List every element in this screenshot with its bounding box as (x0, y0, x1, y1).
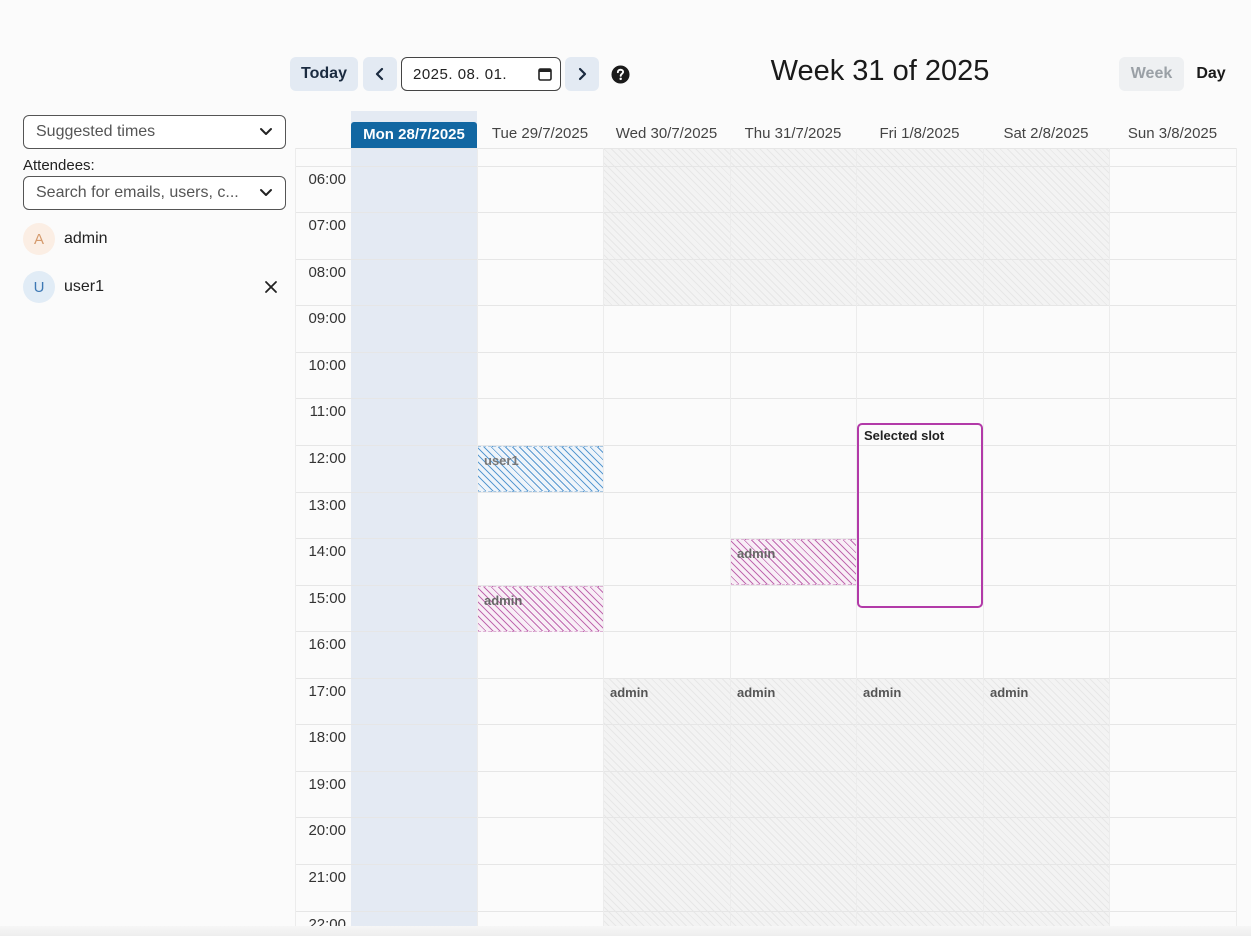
attendee-name: admin (64, 230, 108, 247)
day-header-sat[interactable]: Sat 2/8/2025 (983, 125, 1109, 145)
day-header-thu[interactable]: Thu 31/7/2025 (730, 125, 856, 145)
column-divider (1109, 148, 1110, 936)
event-user1-busy[interactable]: user1 (478, 446, 603, 492)
hour-line (295, 678, 1237, 679)
chevron-left-icon (375, 67, 384, 81)
header-divider (295, 148, 1237, 149)
time-label: 19:00 (308, 776, 346, 793)
highlighted-day-column (351, 111, 477, 936)
hour-line (295, 445, 1237, 446)
bottom-edge (0, 926, 1251, 936)
time-label: 15:00 (308, 590, 346, 607)
date-input[interactable]: 2025. 08. 01. (401, 57, 561, 91)
day-header-mon[interactable]: Mon 28/7/2025 (351, 122, 477, 148)
time-label: 09:00 (308, 310, 346, 327)
hour-line (295, 305, 1237, 306)
day-header-tue[interactable]: Tue 29/7/2025 (477, 125, 603, 145)
week-calendar-grid: Mon 28/7/2025 Tue 29/7/2025 Wed 30/7/202… (295, 111, 1237, 936)
time-label: 06:00 (308, 171, 346, 188)
suggested-times-select[interactable]: Suggested times (23, 115, 286, 149)
attendee-name: user1 (64, 278, 105, 295)
hour-line (295, 817, 1237, 818)
avatar: U (23, 271, 55, 303)
hour-line (295, 259, 1237, 260)
day-header-fri[interactable]: Fri 1/8/2025 (856, 125, 983, 145)
previous-week-button[interactable] (363, 57, 397, 91)
hour-line (295, 724, 1237, 725)
time-label: 08:00 (308, 264, 346, 281)
event-admin-busy[interactable]: admin (737, 685, 775, 700)
event-admin-busy[interactable]: admin (990, 685, 1028, 700)
calendar-icon[interactable] (538, 67, 552, 81)
attendee-search-input[interactable]: Search for emails, users, c... (23, 176, 286, 210)
date-value: 2025. 08. 01. (413, 65, 508, 83)
time-label: 18:00 (308, 729, 346, 746)
column-divider (477, 148, 478, 936)
day-header-wed[interactable]: Wed 30/7/2025 (603, 125, 730, 145)
hour-line (295, 166, 1237, 167)
hour-line (295, 492, 1237, 493)
chevron-right-icon (578, 67, 587, 81)
event-admin-busy[interactable]: admin (731, 539, 856, 585)
column-divider (603, 148, 604, 936)
time-label: 16:00 (308, 636, 346, 653)
time-label: 12:00 (308, 450, 346, 467)
time-label: 07:00 (308, 217, 346, 234)
week-title: Week 31 of 2025 (770, 55, 990, 87)
close-icon[interactable] (264, 280, 278, 294)
hour-line (295, 352, 1237, 353)
chevron-down-icon (260, 189, 272, 196)
hour-line (295, 398, 1237, 399)
help-icon[interactable] (611, 65, 630, 84)
hour-line (295, 631, 1237, 632)
avatar: A (23, 223, 55, 255)
hour-line (295, 585, 1237, 586)
time-label: 17:00 (308, 683, 346, 700)
event-admin-busy[interactable]: admin (863, 685, 901, 700)
day-view-toggle[interactable]: Day (1186, 57, 1236, 91)
column-divider (1236, 148, 1237, 936)
selected-slot[interactable]: Selected slot (857, 423, 983, 608)
next-week-button[interactable] (565, 57, 599, 91)
day-header-sun[interactable]: Sun 3/8/2025 (1109, 125, 1236, 145)
time-label: 21:00 (308, 869, 346, 886)
time-label: 13:00 (308, 497, 346, 514)
time-label: 11:00 (309, 403, 346, 420)
time-label: 10:00 (308, 357, 346, 374)
event-admin-busy[interactable]: admin (478, 586, 603, 632)
hour-line (295, 212, 1237, 213)
suggested-times-label: Suggested times (36, 123, 156, 140)
event-admin-busy[interactable]: admin (610, 685, 648, 700)
column-divider (983, 148, 984, 936)
attendees-label: Attendees: (23, 157, 95, 174)
hour-line (295, 864, 1237, 865)
today-button[interactable]: Today (290, 57, 358, 91)
hour-line (295, 911, 1237, 912)
chevron-down-icon (260, 128, 272, 135)
attendee-item: A admin (23, 223, 286, 255)
hour-line (295, 771, 1237, 772)
time-label: 20:00 (308, 822, 346, 839)
time-label: 14:00 (308, 543, 346, 560)
attendee-search-placeholder: Search for emails, users, c... (36, 184, 239, 201)
week-view-toggle[interactable]: Week (1119, 57, 1184, 91)
attendee-item: U user1 (23, 271, 286, 303)
